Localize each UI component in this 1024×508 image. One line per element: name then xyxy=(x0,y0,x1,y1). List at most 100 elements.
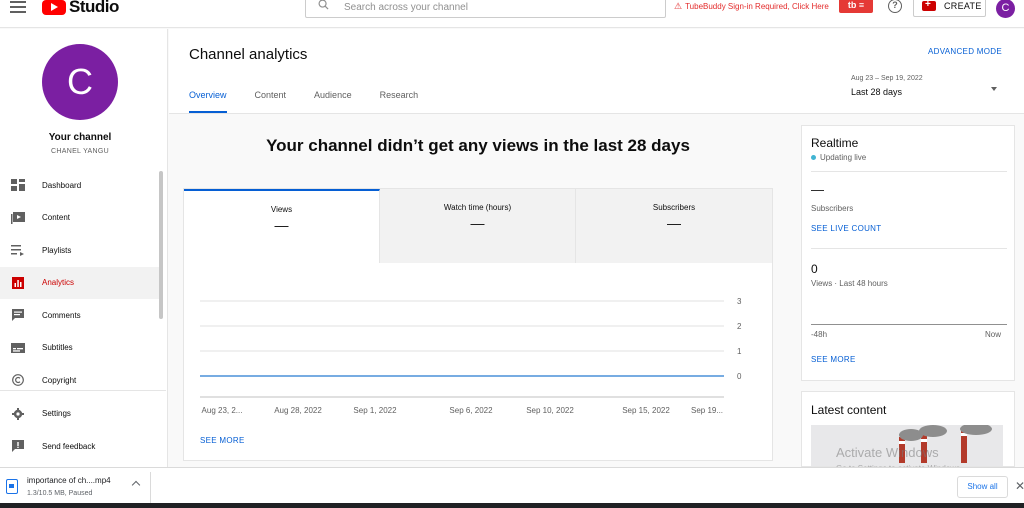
realtime-views-label: Views · Last 48 hours xyxy=(811,279,888,288)
search-placeholder: Search across your channel xyxy=(344,2,468,13)
channel-name: CHANEL YANGU xyxy=(51,148,109,155)
sidebar-item-label: Dashboard xyxy=(42,180,82,190)
top-bar: Studio Search across your channel ⚠ Tube… xyxy=(0,0,1024,28)
create-label: CREATE xyxy=(944,1,982,11)
download-divider xyxy=(150,472,151,504)
y-tick-label: 2 xyxy=(737,322,742,331)
content-icon xyxy=(11,211,25,224)
see-live-count-link[interactable]: SEE LIVE COUNT xyxy=(811,224,881,233)
y-tick-label: 0 xyxy=(737,372,742,381)
metric-value: — xyxy=(470,215,485,231)
metric-value: — xyxy=(274,217,289,233)
sidebar-item-label: Subtitles xyxy=(42,343,73,353)
y-tick-label: 1 xyxy=(737,347,742,356)
metric-tab-views[interactable]: Views — xyxy=(184,189,380,263)
metric-label: Subscribers xyxy=(652,203,696,212)
account-avatar[interactable]: C xyxy=(996,0,1015,18)
see-more-link[interactable]: SEE MORE xyxy=(200,436,245,445)
realtime-axis-end: Now xyxy=(984,330,1001,339)
video-camera-icon xyxy=(922,0,936,11)
help-icon[interactable]: ? xyxy=(888,0,902,13)
overview-card: Views — Watch time (hours) — Subscribers… xyxy=(183,188,773,461)
sidebar-nav: Dashboard Content Playlists Analytics Co… xyxy=(0,169,160,463)
taskbar-strip xyxy=(0,503,1024,508)
sidebar-item-content[interactable]: Content xyxy=(0,202,160,235)
divider xyxy=(811,248,1007,249)
settings-icon xyxy=(12,407,24,420)
sidebar-item-copyright[interactable]: Copyright xyxy=(0,364,160,397)
studio-logo[interactable]: Studio xyxy=(42,0,119,17)
sidebar-divider xyxy=(0,390,166,391)
sidebar-item-label: Content xyxy=(42,213,71,223)
sidebar-item-playlists[interactable]: Playlists xyxy=(0,234,160,267)
copyright-icon xyxy=(12,374,24,387)
analytics-tabs: Overview Content Audience Research xyxy=(189,90,446,113)
tubebuddy-menu-button[interactable]: tb ≡ xyxy=(839,0,873,13)
analytics-header: Channel analytics ADVANCED MODE Overview… xyxy=(169,29,1024,114)
sidebar-item-analytics[interactable]: Analytics xyxy=(0,266,160,299)
sidebar-item-label: Copyright xyxy=(42,375,77,385)
sidebar-item-subtitles[interactable]: Subtitles xyxy=(0,332,160,365)
advanced-mode-link[interactable]: ADVANCED MODE xyxy=(928,47,1002,56)
playlists-icon xyxy=(11,245,24,257)
video-file-icon xyxy=(6,479,18,494)
windows-activation-watermark: Activate Windows xyxy=(836,445,939,460)
show-all-button[interactable]: Show all xyxy=(957,476,1008,498)
warning-icon: ⚠ xyxy=(674,1,683,11)
live-dot-icon xyxy=(811,155,816,160)
metric-tab-subscribers[interactable]: Subscribers — xyxy=(576,189,772,263)
x-tick-label: Sep 15, 2022 xyxy=(622,406,670,415)
chevron-up-icon[interactable] xyxy=(131,480,141,490)
metric-value: — xyxy=(667,215,681,231)
subscriber-count: — xyxy=(811,182,824,197)
analytics-icon xyxy=(12,276,24,289)
metric-tabs: Views — Watch time (hours) — Subscribers… xyxy=(184,189,772,263)
sidebar-item-comments[interactable]: Comments xyxy=(0,299,160,332)
page-title: Channel analytics xyxy=(189,46,308,63)
metric-label: Watch time (hours) xyxy=(443,203,512,212)
sidebar-item-label: Playlists xyxy=(42,245,72,255)
close-icon[interactable]: ✕ xyxy=(1015,479,1024,493)
subtitles-icon xyxy=(11,342,25,353)
dashboard-icon xyxy=(11,179,25,192)
y-tick-label: 3 xyxy=(737,297,742,306)
feedback-icon xyxy=(12,440,24,453)
x-tick-label: Sep 10, 2022 xyxy=(526,406,574,415)
tab-content[interactable]: Content xyxy=(255,90,287,113)
sidebar-item-send-feedback[interactable]: Send feedback xyxy=(0,430,160,463)
views-line-chart[interactable]: 3 2 1 0 Aug 23, 2... Aug 28, 2022 Sep 1, 2022 S… xyxy=(184,263,772,433)
sidebar-item-settings[interactable]: Settings xyxy=(0,398,160,431)
download-filename[interactable]: importance of ch....mp4 xyxy=(27,476,111,485)
comments-icon xyxy=(12,309,24,322)
x-tick-label: Sep 19... xyxy=(691,406,723,415)
sidebar-item-label: Comments xyxy=(42,310,81,320)
tab-overview[interactable]: Overview xyxy=(189,90,227,113)
create-button[interactable]: CREATE xyxy=(913,0,986,17)
chevron-down-icon[interactable] xyxy=(991,87,997,91)
realtime-see-more-link[interactable]: SEE MORE xyxy=(811,355,856,364)
youtube-play-icon xyxy=(42,0,66,15)
channel-avatar[interactable]: C xyxy=(42,44,118,120)
tab-audience[interactable]: Audience xyxy=(314,90,352,113)
tubebuddy-notice[interactable]: ⚠ TubeBuddy Sign-in Required, Click Here xyxy=(674,1,829,12)
tab-research[interactable]: Research xyxy=(380,90,419,113)
subscriber-label: Subscribers xyxy=(811,204,854,213)
logo-text: Studio xyxy=(69,0,119,16)
date-range-selector[interactable]: Aug 23 – Sep 19, 2022 Last 28 days xyxy=(851,75,923,97)
menu-icon[interactable] xyxy=(10,1,26,13)
no-views-headline: Your channel didn’t get any views in the… xyxy=(266,136,690,155)
sidebar: C Your channel CHANEL YANGU Dashboard Co… xyxy=(0,29,168,467)
sidebar-scrollbar[interactable] xyxy=(159,171,163,319)
tubebuddy-text: TubeBuddy Sign-in Required, Click Here xyxy=(685,2,829,11)
sidebar-item-label: Settings xyxy=(42,409,71,419)
x-tick-label: Sep 6, 2022 xyxy=(449,406,493,415)
sidebar-item-dashboard[interactable]: Dashboard xyxy=(0,169,160,202)
metric-label: Views xyxy=(270,205,293,214)
search-input[interactable]: Search across your channel xyxy=(305,0,666,18)
x-tick-label: Aug 28, 2022 xyxy=(274,406,322,415)
latest-content-title: Latest content xyxy=(811,403,887,417)
realtime-status: Updating live xyxy=(811,153,866,162)
your-channel-label: Your channel xyxy=(48,132,112,143)
metric-tab-watch-time[interactable]: Watch time (hours) — xyxy=(380,189,576,263)
realtime-axis-start: -48h xyxy=(811,330,828,339)
